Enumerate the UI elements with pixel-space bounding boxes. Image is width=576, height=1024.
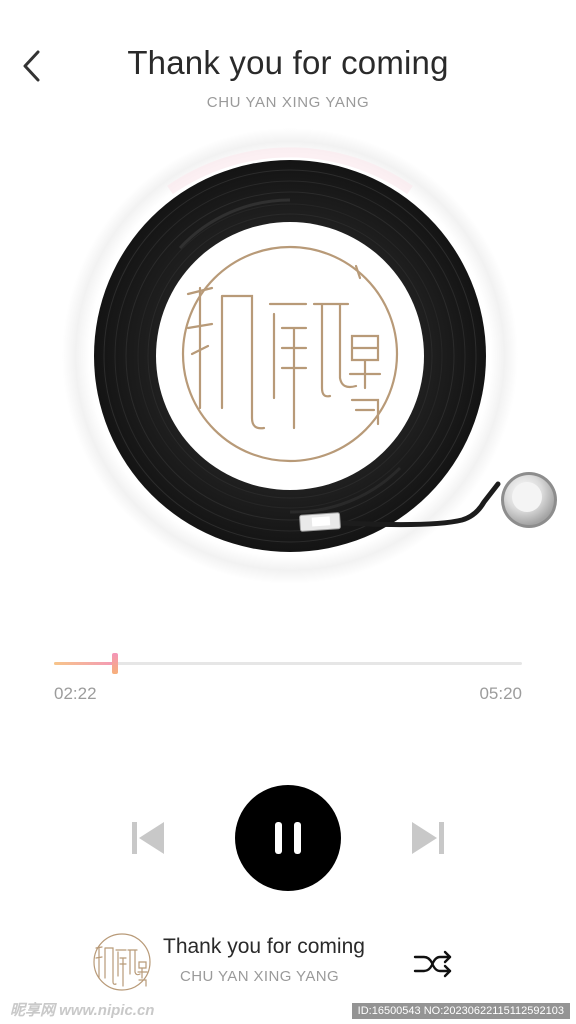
mini-song-title[interactable]: Thank you for coming [163, 935, 365, 959]
mini-cover-art[interactable] [90, 930, 154, 994]
skip-forward-icon [412, 822, 444, 854]
next-track-button[interactable] [408, 818, 448, 858]
tonearm-knob [501, 472, 557, 528]
song-title: Thank you for coming [127, 44, 449, 81]
progress-track [54, 662, 522, 665]
pause-icon [275, 822, 301, 854]
progress-thumb[interactable] [111, 653, 118, 674]
shuffle-icon [413, 950, 452, 978]
watermark-site: 昵享网 www.nipic.cn [10, 1002, 155, 1019]
pause-button[interactable] [235, 785, 341, 891]
skip-back-icon [132, 822, 164, 854]
shuffle-button[interactable] [412, 949, 456, 979]
progress-fill [54, 662, 115, 665]
mini-artist-name: CHU YAN XING YANG [180, 968, 340, 985]
album-artwork [60, 128, 520, 588]
progress-slider[interactable] [54, 652, 522, 674]
artist-name: CHU YAN XING YANG [206, 94, 370, 111]
current-time: 02:22 [54, 684, 97, 703]
previous-track-button[interactable] [128, 818, 168, 858]
watermark-id: ID:16500543 NO:20230622115112592103 [351, 1003, 570, 1019]
vinyl-disc [94, 160, 486, 552]
watermark-bar: 昵享网 www.nipic.cn ID:16500543 NO:20230622… [0, 998, 576, 1024]
total-time: 05:20 [479, 684, 522, 703]
